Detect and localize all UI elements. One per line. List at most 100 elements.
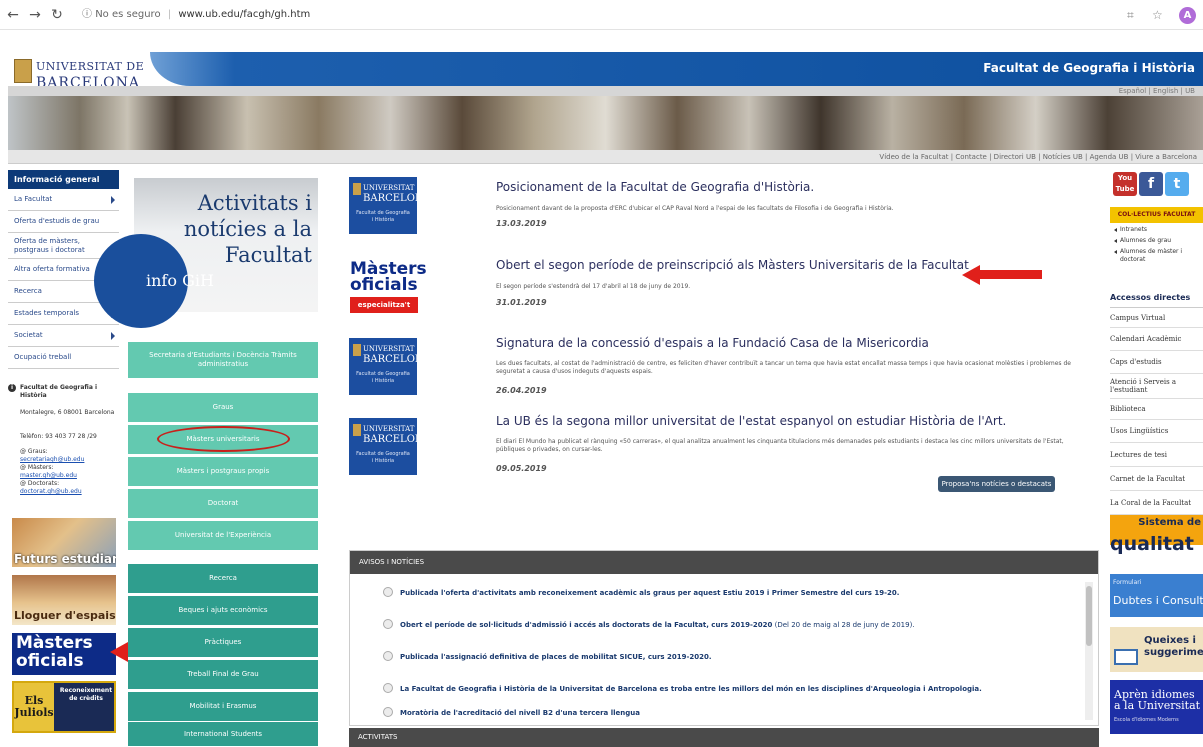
col-lectius-box: COL·LECTIUS FACULTAT Intranets Alumnes d…	[1110, 207, 1203, 264]
futurs-estudiants-banner[interactable]: Futurs estudiants	[12, 518, 116, 567]
accessos-heading: Accessos directes	[1110, 288, 1203, 308]
menu-button[interactable]: Doctorat	[128, 489, 318, 518]
news-title[interactable]: Posicionament de la Facultat de Geografi…	[496, 180, 814, 194]
faculty-name[interactable]: Facultat de Geografia i Història	[983, 61, 1195, 75]
accessos-link[interactable]: Campus Virtual	[1110, 308, 1203, 328]
profile-avatar[interactable]: A	[1179, 7, 1196, 24]
translate-icon[interactable]: ⌗	[1127, 6, 1134, 24]
accessos-directes: Accessos directes Campus Virtual Calenda…	[1110, 288, 1203, 515]
propose-news-button[interactable]: Proposa'ns notícies o destacats	[938, 476, 1055, 492]
annotation-circle	[157, 426, 290, 452]
avisos-panel: AVISOS I NOTÍCIES Publicada l'oferta d'a…	[349, 550, 1099, 726]
contact-mails: @ Graus: secretariagh@ub.edu @ Màsters: …	[20, 448, 118, 496]
news-thumbnail[interactable]: UNIVERSITAT DE BARCELONA Facultat de Geo…	[349, 338, 431, 395]
news-summary: El diari El Mundo ha publicat el rànquin…	[496, 438, 1064, 453]
browser-toolbar: ← → ↻ ⓘ No es seguro | www.ub.edu/facgh/…	[0, 0, 1203, 30]
info-icon[interactable]: ⓘ	[82, 9, 92, 20]
scrollbar-thumb[interactable]	[1086, 586, 1092, 646]
avisos-item[interactable]: Moratòria de l'acreditació del nivell B2…	[383, 707, 640, 717]
mail-link[interactable]: master.gh@ub.edu	[20, 472, 118, 480]
activitats-banner[interactable]: info GiH Activitats i notícies a la Facu…	[94, 178, 318, 328]
news-summary: Posicionament davant de la proposta d'ER…	[496, 205, 894, 212]
news-date: 09.05.2019	[496, 464, 547, 473]
col-lectius-item[interactable]: Alumnes de màster i doctorat	[1110, 248, 1203, 264]
menu-button[interactable]: Treball Final de Grau	[128, 660, 318, 689]
menu-button[interactable]: Màsters i postgraus propis	[128, 457, 318, 486]
bullet-icon	[383, 683, 393, 693]
reload-icon[interactable]: ↻	[48, 6, 66, 24]
menu-button[interactable]: Beques i ajuts econòmics	[128, 596, 318, 625]
avisos-item[interactable]: La Facultat de Geografia i Història de l…	[383, 683, 982, 693]
left-nav-item[interactable]: La Facultat	[8, 189, 119, 211]
star-icon[interactable]: ☆	[1152, 6, 1163, 24]
security-label: No es seguro	[95, 9, 161, 20]
accessos-link[interactable]: Caps d'estudis	[1110, 351, 1203, 374]
menu-button[interactable]: Graus	[128, 393, 318, 422]
menu-button[interactable]: Mobilitat i Erasmus	[128, 692, 318, 721]
col-lectius-item[interactable]: Intranets	[1110, 226, 1203, 234]
avisos-item[interactable]: Publicada l'oferta d'activitats amb reco…	[383, 587, 899, 597]
logo-line1: UNIVERSITAT DE	[36, 60, 145, 73]
news-thumbnail[interactable]: UNIVERSITAT DE BARCELONA Facultat de Geo…	[349, 177, 431, 234]
accessos-link[interactable]: Calendari Acadèmic	[1110, 328, 1203, 351]
bullet-icon	[383, 587, 393, 597]
avisos-item[interactable]: Publicada l'assignació definitiva de pla…	[383, 651, 712, 661]
activitats-heading: ACTIVITATS	[349, 728, 1099, 747]
qualitat-banner[interactable]: Sistema de qualitat	[1110, 515, 1203, 555]
address-bar[interactable]: ⓘ No es seguro | www.ub.edu/facgh/gh.htm	[82, 6, 310, 24]
menu-button[interactable]: International Students	[128, 722, 318, 746]
avisos-scrollbar[interactable]	[1085, 582, 1093, 720]
top-links-bar: Vídeo de la Facultat | Contacte | Direct…	[8, 150, 1203, 164]
dubtes-banner[interactable]: Formulari Dubtes i Consultes	[1110, 574, 1203, 617]
annotation-arrow-right	[962, 265, 1042, 285]
twitter-icon[interactable]: t	[1165, 172, 1189, 196]
news-date: 26.04.2019	[496, 386, 547, 395]
accessos-link[interactable]: La Coral de la Facultat	[1110, 491, 1203, 515]
info-icon: i	[8, 384, 16, 392]
accessos-link[interactable]: Biblioteca	[1110, 399, 1203, 420]
news-title[interactable]: Signatura de la concessió d'espais a la …	[496, 336, 929, 350]
language-links[interactable]: Español | English | UB	[1119, 86, 1195, 96]
accessos-link[interactable]: Carnet de la Facultat	[1110, 467, 1203, 491]
news-title[interactable]: Obert el segon període de preinscripció …	[496, 258, 969, 272]
youtube-icon[interactable]: You Tube	[1113, 172, 1137, 196]
contact-name: Facultat de Geografia i Història	[20, 384, 98, 399]
bullet-icon	[383, 619, 393, 629]
header-photo-banner	[8, 96, 1203, 150]
menu-button[interactable]: Universitat de l'Experiència	[128, 521, 318, 550]
bullet-icon	[383, 651, 393, 661]
language-strip	[8, 86, 1203, 96]
accessos-link[interactable]: Atenció i Serveis a l'estudiant	[1110, 374, 1203, 399]
top-links[interactable]: Vídeo de la Facultat | Contacte | Direct…	[879, 150, 1197, 164]
menu-button[interactable]: Pràctiques	[128, 628, 318, 657]
news-title[interactable]: La UB és la segona millor universitat de…	[496, 414, 1006, 428]
back-arrow-icon[interactable]: ←	[4, 6, 22, 24]
menu-button[interactable]: Recerca	[128, 564, 318, 593]
left-nav-item[interactable]: Societat	[8, 325, 119, 347]
avisos-item[interactable]: Obert el període de sol·licituds d'admis…	[383, 619, 915, 629]
accessos-link[interactable]: Lectures de tesi	[1110, 443, 1203, 467]
mail-link[interactable]: doctorat.gh@ub.edu	[20, 488, 118, 496]
accessos-link[interactable]: Usos Lingüístics	[1110, 420, 1203, 443]
news-thumbnail[interactable]: UNIVERSITAT DE BARCELONA Facultat de Geo…	[349, 418, 431, 475]
apren-idiomes-banner[interactable]: Aprèn idiomes a la Universitat Escola d'…	[1110, 680, 1203, 734]
avisos-heading: AVISOS I NOTÍCIES	[350, 551, 1098, 574]
menu-button[interactable]: Secretaria d'Estudiants i Docència Tràmi…	[128, 342, 318, 378]
left-nav-item[interactable]: Oferta d'estudis de grau	[8, 211, 119, 233]
contact-address: Montalegre, 6 08001 Barcelona	[20, 409, 115, 416]
forward-arrow-icon[interactable]: →	[26, 6, 44, 24]
envelope-icon	[1114, 649, 1138, 665]
queixes-banner[interactable]: Queixes i suggeriments	[1110, 627, 1203, 672]
left-nav-item[interactable]: Ocupació treball	[8, 347, 119, 369]
masters-oficials-banner[interactable]: Màsters oficials	[12, 633, 116, 675]
col-lectius-item[interactable]: Alumnes de grau	[1110, 237, 1203, 245]
news-date: 31.01.2019	[496, 298, 547, 307]
crest-icon	[353, 183, 361, 195]
mail-link[interactable]: secretariagh@ub.edu	[20, 456, 118, 464]
juliols-banner[interactable]: Els Juliols Reconeixement de crèdits	[12, 681, 116, 733]
lloguer-espais-banner[interactable]: Lloguer d'espais	[12, 575, 116, 625]
news-summary: El segon període s'estendrà del 17 d'abr…	[496, 283, 691, 290]
contact-phone: Telèfon: 93 403 77 28 /29	[20, 433, 97, 440]
facebook-icon[interactable]: f	[1139, 172, 1163, 196]
news-thumbnail-masters[interactable]: Màsters oficials especialitza't	[350, 257, 427, 315]
